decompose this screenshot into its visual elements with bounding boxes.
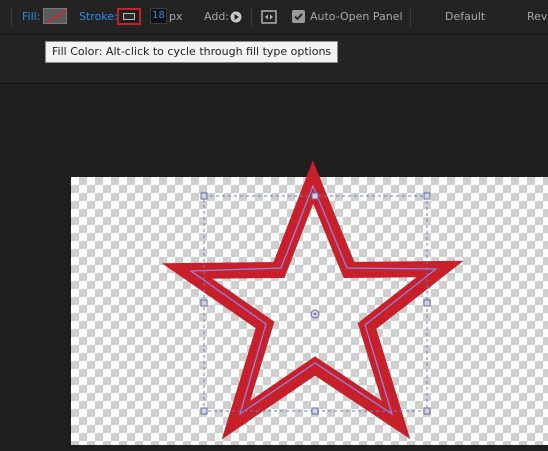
play-circle-icon[interactable]: [230, 11, 242, 23]
fill-color-tooltip: Fill Color: Alt-click to cycle through f…: [45, 41, 339, 63]
auto-open-panel-label[interactable]: Auto-Open Panel: [310, 10, 403, 24]
composition-canvas-transparency-grid[interactable]: [71, 177, 548, 445]
stroke-label[interactable]: Stroke:: [79, 10, 118, 24]
checkbox-icon[interactable]: [292, 10, 305, 23]
checkmark-icon: [294, 13, 303, 21]
stroke-unit-label: px: [169, 10, 183, 23]
workspace-review[interactable]: Revi: [527, 10, 548, 24]
workspace-default[interactable]: Default: [445, 10, 485, 24]
no-fill-slash-icon: [45, 9, 66, 23]
toolbar-divider: [11, 7, 12, 27]
snapping-icon[interactable]: [261, 10, 277, 24]
stroke-swatch-inner: [123, 13, 135, 20]
tools-toolbar: Fill: Stroke: 18 px Add: Auto-Open Panel…: [0, 0, 548, 35]
add-label[interactable]: Add:: [204, 10, 229, 24]
no-fill-swatch-icon[interactable]: [43, 8, 67, 24]
stroke-color-swatch-icon[interactable]: [117, 8, 141, 25]
stroke-width-field[interactable]: 18: [150, 8, 167, 24]
toolbar-divider: [251, 7, 252, 27]
fill-label[interactable]: Fill:: [22, 10, 40, 24]
toolbar-divider: [410, 7, 411, 27]
